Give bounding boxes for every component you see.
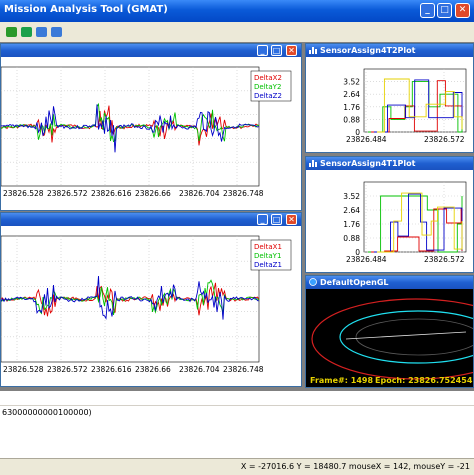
sensor4t1-title: SensorAssign4T1Plot [320, 159, 416, 168]
delta2-plot-window[interactable]: _ □ ✕ 23826.528 23826.572 23826.616 23826.6… [0, 43, 302, 211]
message-text: 63000000000100000) [2, 408, 92, 417]
opengl-title: DefaultOpenGL [320, 278, 389, 287]
x-tick-label: 23826.572 [424, 255, 465, 264]
legend-entry: DeltaZ1 [254, 261, 282, 269]
opengl-window[interactable]: DefaultOpenGL Frame#: 1498 Epoch: 23826.… [305, 275, 474, 388]
orbit-cyan [339, 310, 473, 364]
delta1-plot-window[interactable]: _ □ ✕ 23826.528 23826.572 23826.616 23826.6… [0, 212, 302, 387]
orbit-axis [345, 331, 467, 340]
maximize-icon[interactable]: □ [271, 214, 282, 225]
sensor4t1-title-bar: SensorAssign4T1Plot [306, 157, 473, 170]
delta2-title-bar: _ □ ✕ [1, 44, 301, 57]
minimize-icon[interactable]: _ [420, 3, 435, 18]
zoom-in-icon[interactable] [36, 27, 47, 37]
x-tick-label: 23826.66 [135, 365, 171, 374]
y-tick-label: 2.64 [343, 206, 360, 215]
x-tick-label: 23826.748 [223, 365, 264, 374]
close-icon[interactable]: ✕ [286, 214, 297, 225]
sensor4t1-plot-window[interactable]: SensorAssign4T1Plot 3.52 2.64 1.76 0.88 0 238… [305, 156, 474, 273]
frame-counter: Frame#: 1498 [310, 376, 373, 385]
legend-entry: DeltaZ2 [254, 92, 282, 100]
close-icon[interactable]: ✕ [455, 3, 470, 18]
chart-icon [309, 46, 317, 54]
orbit-red [311, 298, 473, 380]
x-tick-label: 23826.572 [47, 189, 88, 198]
y-tick-label: 2.64 [343, 90, 360, 99]
x-tick-label: 23826.572 [424, 135, 465, 144]
x-tick-label: 23826.704 [179, 365, 220, 374]
close-icon[interactable]: ✕ [286, 45, 297, 56]
x-tick-label: 23826.616 [91, 365, 132, 374]
globe-icon [309, 278, 317, 286]
y-tick-label: 1.76 [343, 220, 360, 229]
sensor4t2-title: SensorAssign4T2Plot [320, 46, 416, 55]
coordinate-readout: X = -27016.6 Y = 18480.7 mouseX = 142, m… [240, 462, 470, 471]
sensor4t2-chart: 3.522.641.760.88023826.484 23826.572 [343, 68, 467, 144]
delta2-chart: 23826.528 23826.572 23826.616 23826.66 23826… [1, 66, 292, 198]
x-tick-label: 23826.66 [135, 189, 171, 198]
maximize-icon[interactable]: □ [271, 45, 282, 56]
app-title: Mission Analysis Tool (GMAT) [4, 4, 168, 15]
run-icon[interactable] [6, 27, 17, 37]
x-tick-label: 23826.704 [179, 189, 220, 198]
legend-entry: DeltaY1 [254, 252, 281, 260]
stop-icon[interactable] [21, 27, 32, 37]
maximize-icon[interactable]: □ [437, 3, 452, 18]
delta1-title-bar: _ □ ✕ [1, 213, 301, 226]
minimize-icon[interactable]: _ [257, 45, 268, 56]
toolbar [0, 22, 474, 43]
y-tick-label: 3.52 [343, 78, 360, 87]
orbit-view[interactable]: Frame#: 1498 Epoch: 23826.752454 [306, 289, 473, 387]
x-tick-label: 23826.484 [346, 255, 387, 264]
epoch-readout: Epoch: 23826.752454 [375, 376, 473, 385]
x-tick-label: 23826.748 [223, 189, 264, 198]
sensor4t2-plot-window[interactable]: SensorAssign4T2Plot 3.52 2.64 1.76 0.88 0 238… [305, 43, 474, 153]
y-tick-label: 3.52 [343, 192, 360, 201]
y-tick-label: 0.88 [343, 115, 360, 124]
x-tick-label: 23826.528 [3, 189, 44, 198]
y-tick-label: 1.76 [343, 103, 360, 112]
y-tick-label: 0.88 [343, 234, 360, 243]
sensor4t2-title-bar: SensorAssign4T2Plot [306, 44, 473, 57]
legend-entry: DeltaX1 [254, 243, 282, 251]
status-bar: X = -27016.6 Y = 18480.7 mouseX = 142, m… [0, 458, 474, 475]
message-line: 63000000000100000) [0, 405, 474, 420]
delta1-chart: 23826.528 23826.572 23826.616 23826.66 23826… [1, 235, 292, 374]
x-tick-label: 23826.484 [346, 135, 387, 144]
x-tick-label: 23826.528 [3, 365, 44, 374]
x-tick-label: 23826.572 [47, 365, 88, 374]
app-title-bar: Mission Analysis Tool (GMAT) _ □ ✕ [0, 0, 474, 22]
legend-entry: DeltaY2 [254, 83, 281, 91]
opengl-title-bar: DefaultOpenGL [306, 276, 473, 289]
plot-area [363, 181, 467, 253]
minimize-icon[interactable]: _ [257, 214, 268, 225]
legend-entry: DeltaX2 [254, 74, 282, 82]
sensor4t1-chart: 3.522.641.760.88023826.484 23826.572 [343, 181, 467, 264]
x-tick-label: 23826.616 [91, 189, 132, 198]
chart-icon [309, 159, 317, 167]
zoom-out-icon[interactable] [51, 27, 62, 37]
